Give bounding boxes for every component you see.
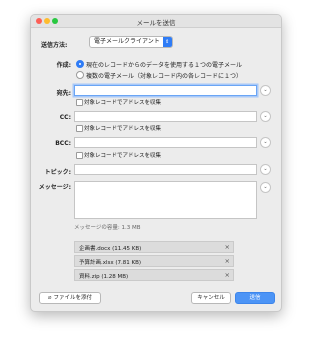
remove-attachment-icon[interactable]: × bbox=[225, 271, 230, 279]
cc-options-chevron-icon[interactable]: ⌄ bbox=[260, 111, 271, 122]
bcc-collect-label: 対象レコードでアドレスを収集 bbox=[84, 153, 162, 159]
message-size-text: メッセージの容量: 1.3 MB bbox=[74, 225, 141, 231]
bcc-input[interactable] bbox=[74, 137, 257, 148]
subject-label: トピック: bbox=[44, 169, 71, 176]
paperclip-icon: ⌀ bbox=[47, 294, 52, 301]
attachment-name: 資料.zip (1.28 MB) bbox=[79, 273, 129, 280]
radio-single-email[interactable] bbox=[76, 60, 84, 68]
attachment-item: 予算計画.xlsx (7.81 KB) × bbox=[74, 255, 234, 267]
subject-options-chevron-icon[interactable]: ⌄ bbox=[260, 164, 271, 175]
attach-file-button[interactable]: ⌀ ファイルを添付 bbox=[39, 292, 101, 304]
radio-single-email-label: 現在のレコードからのデータを使用する１つの電子メール bbox=[86, 62, 243, 69]
bcc-options-chevron-icon[interactable]: ⌄ bbox=[260, 137, 271, 148]
cancel-button[interactable]: キャンセル bbox=[191, 292, 231, 304]
cc-input[interactable] bbox=[74, 111, 257, 122]
cc-collect-checkbox[interactable] bbox=[76, 125, 83, 132]
message-label: メッセージ: bbox=[38, 184, 71, 191]
window-title: メールを送信 bbox=[136, 19, 176, 27]
radio-multiple-emails[interactable] bbox=[76, 71, 84, 79]
send-method-value: 電子メールクライアント bbox=[94, 38, 160, 45]
to-options-chevron-icon[interactable]: ⌄ bbox=[260, 85, 271, 96]
send-method-select[interactable]: 電子メールクライアント ⇕ bbox=[89, 36, 173, 48]
send-button[interactable]: 送信 bbox=[235, 292, 275, 304]
send-mail-dialog: メールを送信 送信方法: 電子メールクライアント ⇕ 作成: 現在のレコードから… bbox=[30, 14, 282, 312]
create-label: 作成: bbox=[56, 62, 71, 69]
bcc-collect-checkbox[interactable] bbox=[76, 152, 83, 159]
attach-file-label: ファイルを添付 bbox=[53, 295, 93, 301]
updown-arrow-icon: ⇕ bbox=[162, 37, 172, 47]
to-label: 宛先: bbox=[56, 90, 71, 97]
title-bar: メールを送信 bbox=[31, 15, 281, 28]
message-options-chevron-icon[interactable]: ⌄ bbox=[260, 182, 271, 193]
subject-input[interactable] bbox=[74, 164, 257, 175]
bcc-label: BCC: bbox=[55, 140, 71, 147]
attachment-name: 予算計画.xlsx (7.81 KB) bbox=[79, 259, 142, 266]
to-input[interactable] bbox=[74, 85, 257, 96]
message-textarea[interactable] bbox=[74, 181, 257, 219]
remove-attachment-icon[interactable]: × bbox=[225, 243, 230, 251]
send-method-label: 送信方法: bbox=[41, 42, 68, 49]
attachment-item: 企画書.docx (11.45 KB) × bbox=[74, 241, 234, 253]
attachment-name: 企画書.docx (11.45 KB) bbox=[79, 245, 142, 252]
to-collect-checkbox[interactable] bbox=[76, 99, 83, 106]
radio-multiple-emails-label: 複数の電子メール（対象レコード内の各レコードに１つ） bbox=[86, 73, 243, 80]
cc-label: CC: bbox=[59, 114, 71, 121]
cc-collect-label: 対象レコードでアドレスを収集 bbox=[84, 126, 162, 132]
to-collect-label: 対象レコードでアドレスを収集 bbox=[84, 100, 162, 106]
attachment-item: 資料.zip (1.28 MB) × bbox=[74, 269, 234, 281]
remove-attachment-icon[interactable]: × bbox=[225, 257, 230, 265]
